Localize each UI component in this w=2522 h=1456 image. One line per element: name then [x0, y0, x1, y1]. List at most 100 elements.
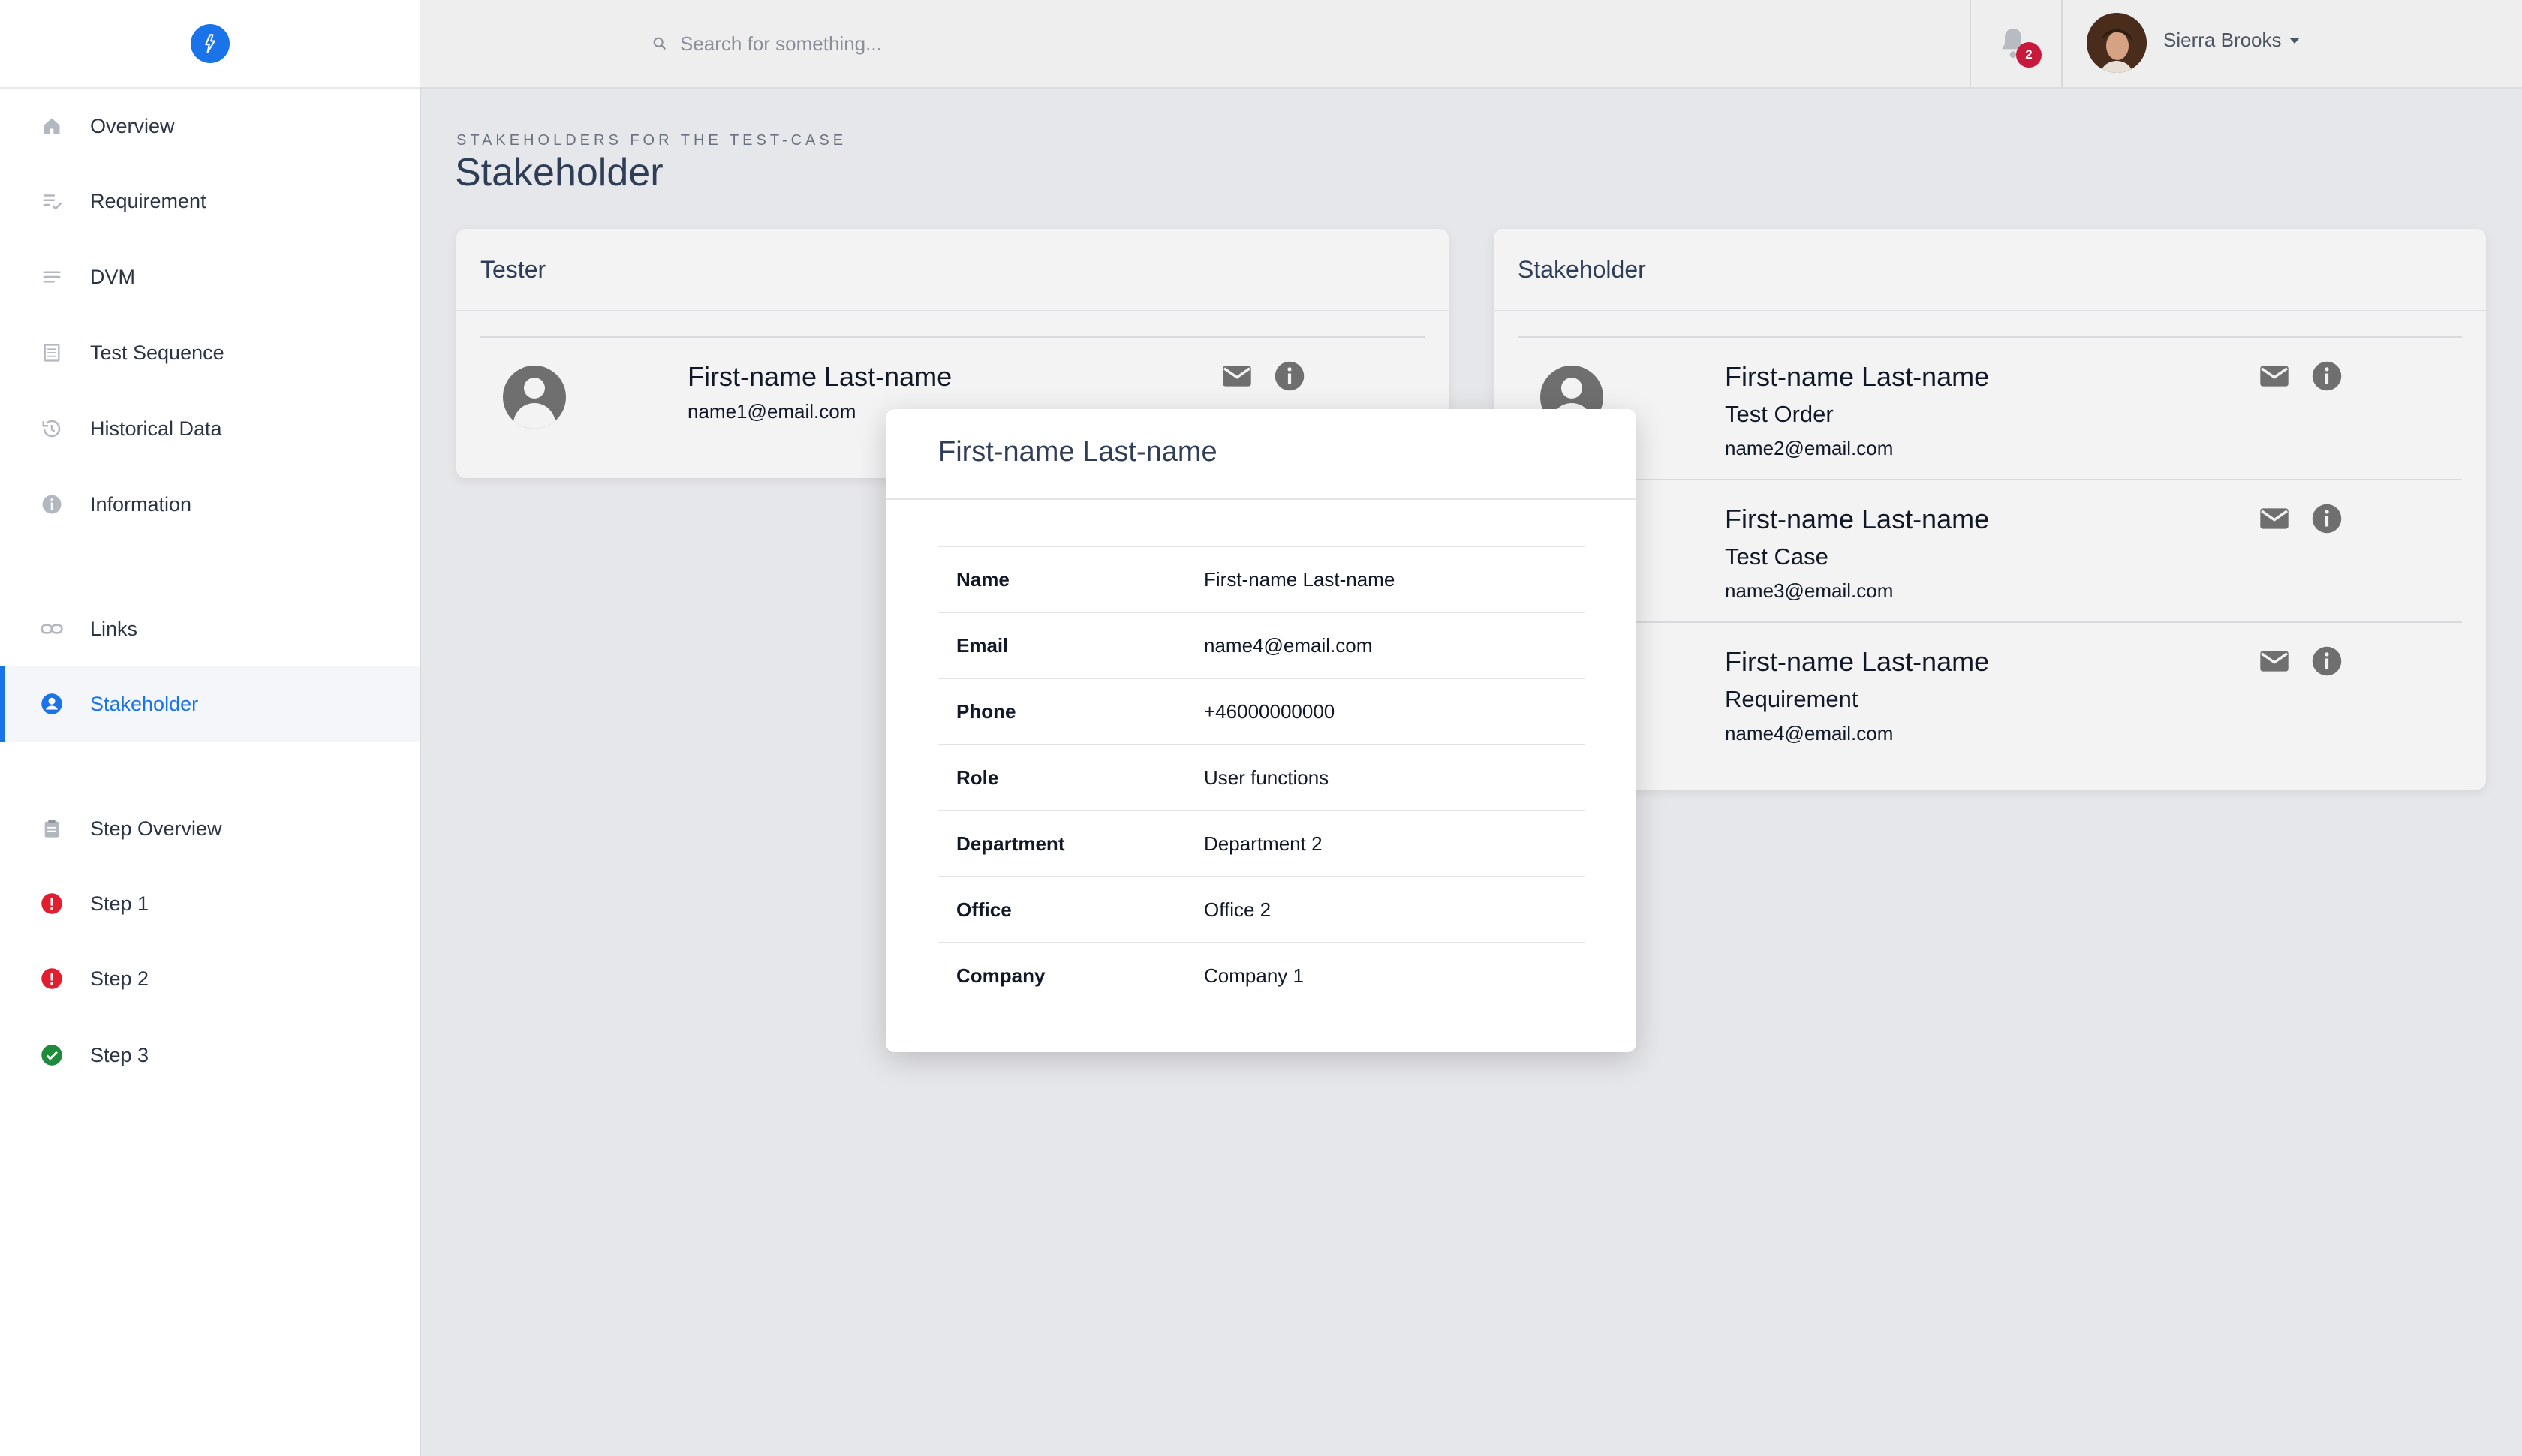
link-icon: [39, 616, 65, 642]
sidebar-item-label: Test Sequence: [90, 341, 224, 364]
person-name: First-name Last-name: [1725, 646, 1990, 677]
sidebar-item-stakeholder[interactable]: Stakeholder: [0, 666, 420, 742]
row-key: Email: [956, 633, 1009, 657]
row-value: User functions: [1204, 766, 1329, 789]
row-key: Role: [956, 766, 999, 789]
person-name: First-name Last-name: [1725, 504, 1990, 534]
row-key: Name: [956, 567, 1010, 591]
avatar[interactable]: [2087, 13, 2147, 73]
sidebar-item-overview[interactable]: Overview: [0, 89, 420, 164]
row-key: Department: [956, 832, 1065, 855]
sidebar-item-label: Stakeholder: [90, 692, 199, 715]
sidebar-item-step-3[interactable]: Step 3: [0, 1018, 420, 1093]
page-kicker: STAKEHOLDERS FOR THE TEST-CASE: [456, 132, 847, 149]
person-role: Test Case: [1725, 543, 1828, 570]
info-icon[interactable]: [2310, 645, 2343, 678]
info-icon[interactable]: [1273, 359, 1306, 393]
row-value: Office 2: [1204, 898, 1272, 921]
details-table: Name First-name Last-name Email name4@emai…: [938, 546, 1585, 1009]
row-value: +46000000000: [1204, 699, 1335, 723]
sidebar-item-step-1[interactable]: Step 1: [0, 866, 420, 941]
sidebar-item-links[interactable]: Links: [0, 591, 420, 666]
sidebar-item-step-2[interactable]: Step 2: [0, 941, 420, 1016]
sidebar-item-label: Historical Data: [90, 417, 222, 440]
row-value: First-name Last-name: [1204, 567, 1395, 591]
sidebar-item-label: Step Overview: [90, 817, 222, 840]
sidebar-item-test-sequence[interactable]: Test Sequence: [0, 315, 420, 390]
topbar-divider: [2061, 0, 2063, 87]
sidebar-item-historical-data[interactable]: Historical Data: [0, 391, 420, 466]
table-row: Name First-name Last-name: [938, 546, 1585, 612]
row-value: Department 2: [1204, 832, 1323, 855]
info-icon: [39, 492, 65, 517]
error-icon: [39, 966, 65, 991]
user-circle-icon: [39, 691, 65, 717]
page-title: Stakeholder: [455, 151, 664, 194]
row-key: Phone: [956, 699, 1016, 723]
person-email: name1@email.com: [688, 400, 856, 423]
search-input[interactable]: Search for something...: [680, 32, 882, 56]
divider: [480, 336, 1425, 338]
row-key: Company: [956, 964, 1046, 987]
mail-icon[interactable]: [1220, 359, 1253, 393]
person-details-modal: First-name Last-name Name First-name Last…: [886, 409, 1636, 1052]
stakeholder-card: Stakeholder First-name Last-name Test Or…: [1494, 229, 2486, 790]
app-logo-icon[interactable]: [191, 24, 230, 63]
sidebar-item-label: DVM: [90, 265, 135, 288]
sidebar-item-label: Information: [90, 492, 192, 516]
app-root: Overview Requirement DVM Test Sequence H: [0, 0, 2522, 1456]
sidebar-item-label: Overview: [90, 114, 175, 137]
check-circle-icon: [39, 1042, 65, 1068]
sidebar-item-label: Links: [90, 617, 138, 640]
person-email: name2@email.com: [1725, 437, 1894, 459]
sidebar-item-requirement[interactable]: Requirement: [0, 164, 420, 239]
mail-icon[interactable]: [2258, 645, 2291, 678]
mail-icon[interactable]: [2258, 502, 2291, 535]
sidebar: Overview Requirement DVM Test Sequence H: [0, 0, 421, 1456]
history-icon: [39, 416, 65, 441]
sidebar-item-label: Step 3: [90, 1043, 149, 1066]
info-icon[interactable]: [2310, 359, 2343, 393]
user-menu[interactable]: Sierra Brooks: [2163, 29, 2300, 52]
person-role: Test Order: [1725, 401, 1834, 427]
row-key: Office: [956, 898, 1012, 921]
table-row: Role User functions: [938, 745, 1585, 811]
card-title: Stakeholder: [1494, 229, 2486, 311]
notification-count-badge: 2: [2016, 42, 2042, 68]
divider: [1518, 336, 2462, 338]
sidebar-item-step-overview[interactable]: Step Overview: [0, 791, 420, 866]
lines-icon: [39, 264, 65, 290]
person-avatar-icon: [503, 366, 566, 429]
info-icon[interactable]: [2310, 502, 2343, 535]
person-name: First-name Last-name: [688, 361, 953, 392]
topbar-divider: [1970, 0, 1971, 87]
search-icon: [652, 35, 668, 52]
table-row: Department Department 2: [938, 811, 1585, 877]
table-row: Phone +46000000000: [938, 678, 1585, 745]
home-icon: [39, 113, 65, 139]
sidebar-item-label: Step 1: [90, 892, 149, 915]
error-icon: [39, 891, 65, 916]
sidebar-item-information[interactable]: Information: [0, 467, 420, 542]
person-role: Requirement: [1725, 686, 1858, 712]
mail-icon[interactable]: [2258, 359, 2291, 393]
user-name: Sierra Brooks: [2163, 29, 2282, 51]
divider: [1518, 621, 2462, 623]
sidebar-item-dvm[interactable]: DVM: [0, 239, 420, 314]
row-value: name4@email.com: [1204, 633, 1373, 657]
chevron-down-icon: [2289, 37, 2300, 44]
person-name: First-name Last-name: [1725, 361, 1990, 392]
document-list-icon: [39, 340, 65, 366]
sidebar-logo-area: [0, 0, 420, 89]
clipboard-icon: [39, 816, 65, 841]
list-check-icon: [39, 188, 65, 214]
topbar: Search for something... 2 Sierra Brooks: [420, 0, 2522, 89]
sidebar-item-label: Requirement: [90, 189, 206, 212]
person-email: name3@email.com: [1725, 579, 1894, 602]
row-value: Company 1: [1204, 964, 1304, 987]
search-bar[interactable]: Search for something...: [652, 27, 882, 60]
table-row: Office Office 2: [938, 877, 1585, 943]
table-row: Company Company 1: [938, 943, 1585, 1009]
card-title: Tester: [456, 229, 1449, 311]
sidebar-item-label: Step 2: [90, 967, 149, 990]
